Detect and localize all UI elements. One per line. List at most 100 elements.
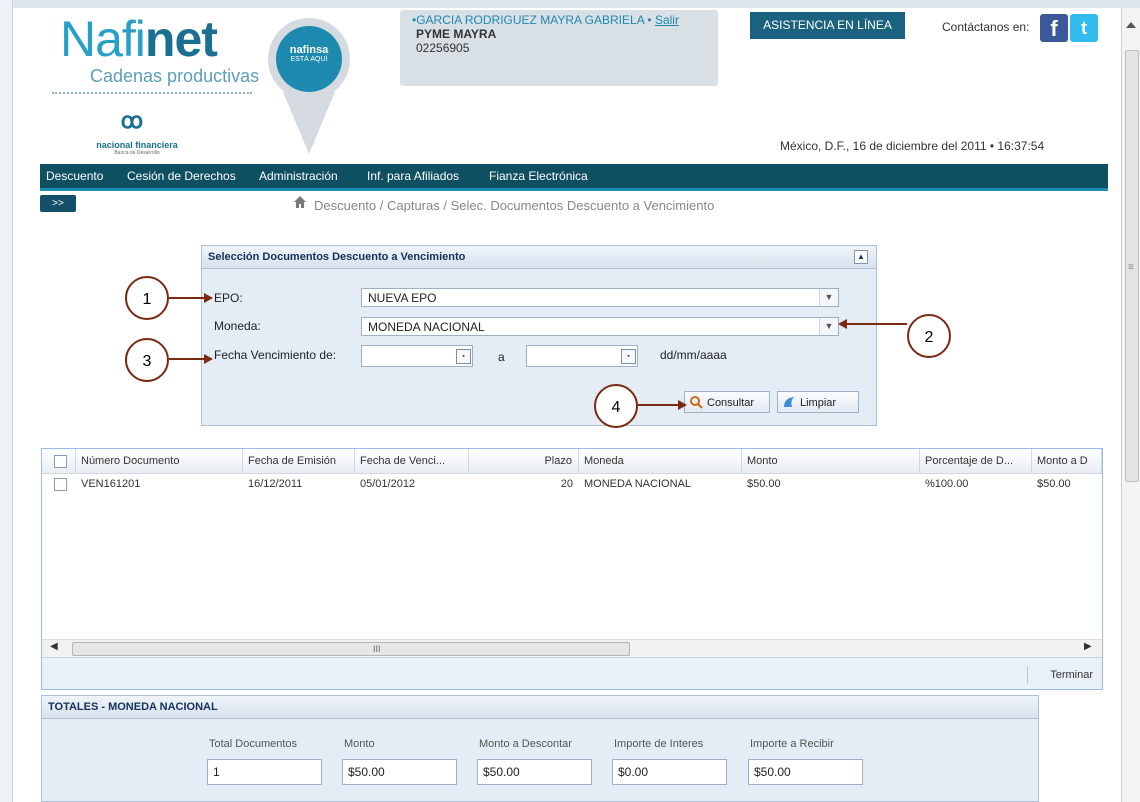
horizontal-scrollbar[interactable]: ◀ III ▶	[42, 639, 1102, 657]
main-nav: Descuento Cesión de Derechos Administrac…	[40, 164, 1108, 191]
horizontal-scroll-thumb[interactable]: III	[72, 642, 630, 656]
search-icon	[690, 396, 703, 409]
moneda-value: MONEDA NACIONAL	[368, 320, 485, 334]
fecha-label: Fecha Vencimiento de:	[214, 348, 337, 362]
monto-label: Monto	[344, 738, 375, 750]
table-cell: $50.00	[1037, 478, 1071, 490]
scroll-grip-icon: III	[373, 644, 381, 654]
column-header[interactable]: Monto a D	[1032, 449, 1102, 473]
epo-select[interactable]: NUEVA EPO ▼	[361, 288, 839, 307]
terminar-button[interactable]: Terminar	[1027, 666, 1099, 684]
grid-footer: Terminar	[42, 657, 1102, 689]
column-header[interactable]: Plazo	[469, 449, 579, 473]
column-header[interactable]: Porcentaje de D...	[920, 449, 1032, 473]
date-range-separator: a	[498, 350, 505, 364]
badge-top-text: nafinsa	[289, 44, 329, 56]
logo-naf-text: Nafi	[60, 11, 146, 67]
callout-2: 2	[907, 314, 951, 358]
nf-logo-subtext: Banca de Desarrollo	[114, 150, 160, 156]
vertical-scrollbar[interactable]: ≡	[1121, 8, 1140, 802]
callout-3-arrow	[169, 358, 205, 360]
chevron-down-icon[interactable]: ▼	[819, 318, 838, 335]
badge-bottom-text: ESTÁ AQUÍ	[290, 56, 328, 63]
nav-descuento[interactable]: Descuento	[46, 169, 103, 183]
row-checkbox[interactable]	[54, 478, 67, 491]
nav-administracion[interactable]: Administración	[259, 169, 338, 183]
table-cell: $50.00	[747, 478, 781, 490]
monto-descontar-field: $50.00	[477, 759, 592, 785]
contact-label: Contáctanos en:	[942, 20, 1030, 34]
nf-logo-icon: ꝏ	[120, 108, 144, 133]
table-cell: MONEDA NACIONAL	[584, 478, 691, 490]
nav-cesion-derechos[interactable]: Cesión de Derechos	[127, 169, 236, 183]
nav-fianza-electronica[interactable]: Fianza Electrónica	[489, 169, 588, 183]
logout-link[interactable]: Salir	[655, 13, 679, 27]
callout-2-arrow	[846, 323, 907, 325]
panel-header: Selección Documentos Descuento a Vencimi…	[202, 246, 876, 269]
nav-inf-afiliados[interactable]: Inf. para Afiliados	[367, 169, 459, 183]
totals-title: TOTALES - MONEDA NACIONAL	[48, 701, 218, 713]
table-cell: 05/01/2012	[360, 478, 416, 490]
grid-header: Número Documento Fecha de Emisión Fecha …	[42, 449, 1102, 474]
table-cell: 16/12/2011	[248, 478, 303, 490]
fecha-hasta-input[interactable]: ▪	[526, 345, 638, 367]
table-row[interactable]: VEN161201 16/12/2011 05/01/2012 20 MONED…	[42, 474, 1102, 494]
callout-1: 1	[125, 276, 169, 320]
total-documentos-field: 1	[207, 759, 322, 785]
calendar-icon[interactable]: ▪	[456, 349, 471, 364]
importe-recibir-field: $50.00	[748, 759, 863, 785]
table-cell: %100.00	[925, 478, 969, 490]
logo-net-text: net	[144, 11, 218, 67]
moneda-select[interactable]: MONEDA NACIONAL ▼	[361, 317, 839, 336]
consultar-button[interactable]: Consultar	[684, 391, 770, 413]
totals-panel: TOTALES - MONEDA NACIONAL Total Document…	[41, 695, 1039, 802]
date-format-hint: dd/mm/aaaa	[660, 348, 727, 362]
collapse-icon[interactable]: ▲	[854, 250, 868, 264]
monto-field: $50.00	[342, 759, 457, 785]
arrow-right-icon	[204, 293, 213, 303]
map-pin-icon	[283, 92, 335, 154]
limpiar-label: Limpiar	[800, 397, 837, 409]
panel-title: Selección Documentos Descuento a Vencimi…	[208, 251, 466, 263]
facebook-icon[interactable]: f	[1040, 14, 1068, 42]
column-header[interactable]: Monto	[742, 449, 920, 473]
callout-3: 3	[125, 338, 169, 382]
column-header[interactable]: Moneda	[579, 449, 742, 473]
select-all-checkbox[interactable]	[54, 455, 67, 468]
nafinsa-badge: nafinsa ESTÁ AQUÍ	[276, 26, 342, 92]
select-all-cell	[42, 449, 76, 473]
logo-subtitle: Cadenas productivas	[90, 66, 260, 86]
nafinet-logo: Nafinet	[60, 11, 218, 67]
arrow-left-icon	[838, 319, 847, 329]
moneda-label: Moneda:	[214, 319, 261, 333]
expand-menu-button[interactable]: >>	[40, 195, 76, 212]
column-header[interactable]: Fecha de Venci...	[355, 449, 469, 473]
nf-logo-text: nacional financiera	[96, 140, 178, 150]
arrow-right-icon	[678, 400, 687, 410]
breadcrumb: Descuento / Capturas / Selec. Documentos…	[314, 198, 715, 213]
fecha-desde-input[interactable]: ▪	[361, 345, 473, 367]
scroll-up-icon[interactable]	[1126, 22, 1136, 28]
selection-panel: Selección Documentos Descuento a Vencimi…	[201, 245, 877, 426]
limpiar-button[interactable]: Limpiar	[777, 391, 859, 413]
importe-interes-label: Importe de Interes	[614, 738, 704, 750]
chevron-down-icon[interactable]: ▼	[819, 289, 838, 306]
callout-4-arrow	[638, 404, 680, 406]
twitter-icon[interactable]: t	[1070, 14, 1098, 42]
row-select-cell	[42, 474, 76, 494]
scroll-left-icon[interactable]: ◀	[50, 641, 58, 652]
calendar-icon[interactable]: ▪	[621, 349, 636, 364]
total-documentos-label: Total Documentos	[209, 738, 298, 750]
consultar-label: Consultar	[707, 397, 755, 409]
home-icon[interactable]	[293, 195, 307, 209]
scroll-right-icon[interactable]: ▶	[1084, 641, 1092, 652]
window-top-edge	[0, 0, 1140, 8]
window-left-edge	[0, 0, 13, 802]
column-header[interactable]: Número Documento	[76, 449, 243, 473]
date-time: México, D.F., 16 de diciembre del 2011 •…	[780, 139, 1045, 153]
column-header[interactable]: Fecha de Emisión	[243, 449, 355, 473]
callout-1-arrow	[169, 297, 205, 299]
bullet-icon: •	[647, 13, 652, 27]
arrow-right-icon	[204, 354, 213, 364]
online-assistance-button[interactable]: ASISTENCIA EN LÍNEA	[750, 12, 905, 39]
